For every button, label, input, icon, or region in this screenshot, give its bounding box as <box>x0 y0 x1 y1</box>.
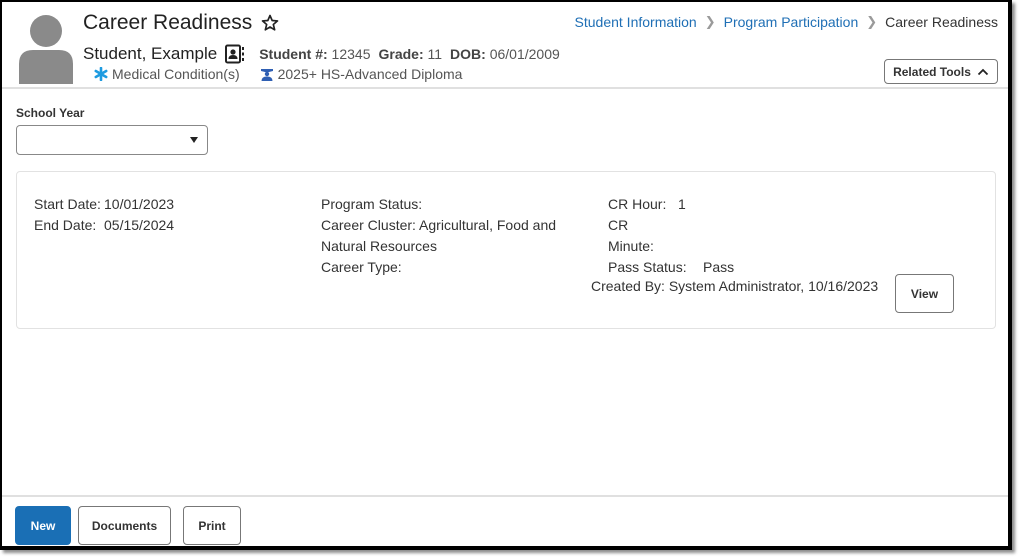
flag-diploma-label: 2025+ HS-Advanced Diploma <box>277 66 463 82</box>
record-dates: Start Date: 10/01/2023 End Date: 05/15/202… <box>34 194 174 236</box>
school-year-label: School Year <box>16 106 85 120</box>
related-tools-button[interactable]: Related Tools <box>884 59 998 84</box>
student-info-row: Student, Example Student #: 12345 Grade:… <box>83 44 568 64</box>
action-bar: New Documents Print <box>2 495 1008 546</box>
page-header: Career Readiness Student, Example Studen… <box>2 2 1008 89</box>
breadcrumb-program-participation[interactable]: Program Participation <box>724 14 859 30</box>
record-hours: CR Hour: 1 CR Minute: Pass Status: Pass <box>608 194 734 278</box>
program-status-label: Program Status: <box>321 196 423 212</box>
pass-status-value: Pass <box>703 259 735 275</box>
related-tools-label: Related Tools <box>893 64 971 79</box>
career-readiness-record: Start Date: 10/01/2023 End Date: 05/15/202… <box>16 171 996 329</box>
asterisk-icon <box>94 67 108 81</box>
cr-hour-value: 1 <box>678 196 686 212</box>
chevron-up-icon <box>977 68 989 75</box>
created-by: Created By: System Administrator, 10/16/… <box>591 278 879 294</box>
cr-minute-label: CR Minute: <box>608 217 654 254</box>
student-number-label: Student #: <box>259 46 328 62</box>
cr-hour-label: CR Hour: <box>608 196 667 212</box>
star-icon[interactable] <box>260 13 280 33</box>
dob-value: 06/01/2009 <box>489 46 560 62</box>
start-date-value: 10/01/2023 <box>104 196 175 212</box>
breadcrumb-separator-icon: ❯ <box>704 14 716 29</box>
print-button[interactable]: Print <box>183 506 241 545</box>
dob-label: DOB: <box>450 46 486 62</box>
breadcrumb-current: Career Readiness <box>885 14 998 30</box>
end-date-value: 05/15/2024 <box>104 217 175 233</box>
flag-medical-condition[interactable]: Medical Condition(s) <box>94 66 240 82</box>
graduation-icon <box>260 67 274 81</box>
flag-medical-label: Medical Condition(s) <box>112 66 240 82</box>
flag-diploma[interactable]: 2025+ HS-Advanced Diploma <box>260 66 463 82</box>
breadcrumb-separator-icon: ❯ <box>866 14 878 29</box>
start-date-label: Start Date: <box>34 196 101 212</box>
student-flags: Medical Condition(s) 2025+ HS-Advanced D… <box>94 66 482 82</box>
documents-button[interactable]: Documents <box>78 506 171 545</box>
school-year-select[interactable] <box>16 125 208 155</box>
breadcrumb-student-information[interactable]: Student Information <box>575 14 697 30</box>
app-window: Career Readiness Student, Example Studen… <box>0 0 1012 550</box>
dropdown-caret-icon <box>190 137 198 143</box>
page-title: Career Readiness <box>83 11 280 35</box>
student-name: Student, Example <box>83 44 218 63</box>
breadcrumb: Student Information ❯ Program Participat… <box>575 14 998 30</box>
student-avatar <box>19 15 73 84</box>
contact-card-icon[interactable] <box>225 44 245 64</box>
grade-value: 11 <box>427 46 443 62</box>
pass-status-label: Pass Status: <box>608 259 687 275</box>
page-title-text: Career Readiness <box>83 11 253 34</box>
view-button[interactable]: View <box>895 274 954 313</box>
student-number: 12345 <box>331 46 371 62</box>
career-type-label: Career Type: <box>321 259 402 275</box>
career-cluster-label: Career Cluster: <box>321 217 416 233</box>
new-button[interactable]: New <box>15 506 71 545</box>
grade-label: Grade: <box>378 46 424 62</box>
end-date-label: End Date: <box>34 217 97 233</box>
record-program: Program Status: Career Cluster: Agricult… <box>321 194 571 278</box>
